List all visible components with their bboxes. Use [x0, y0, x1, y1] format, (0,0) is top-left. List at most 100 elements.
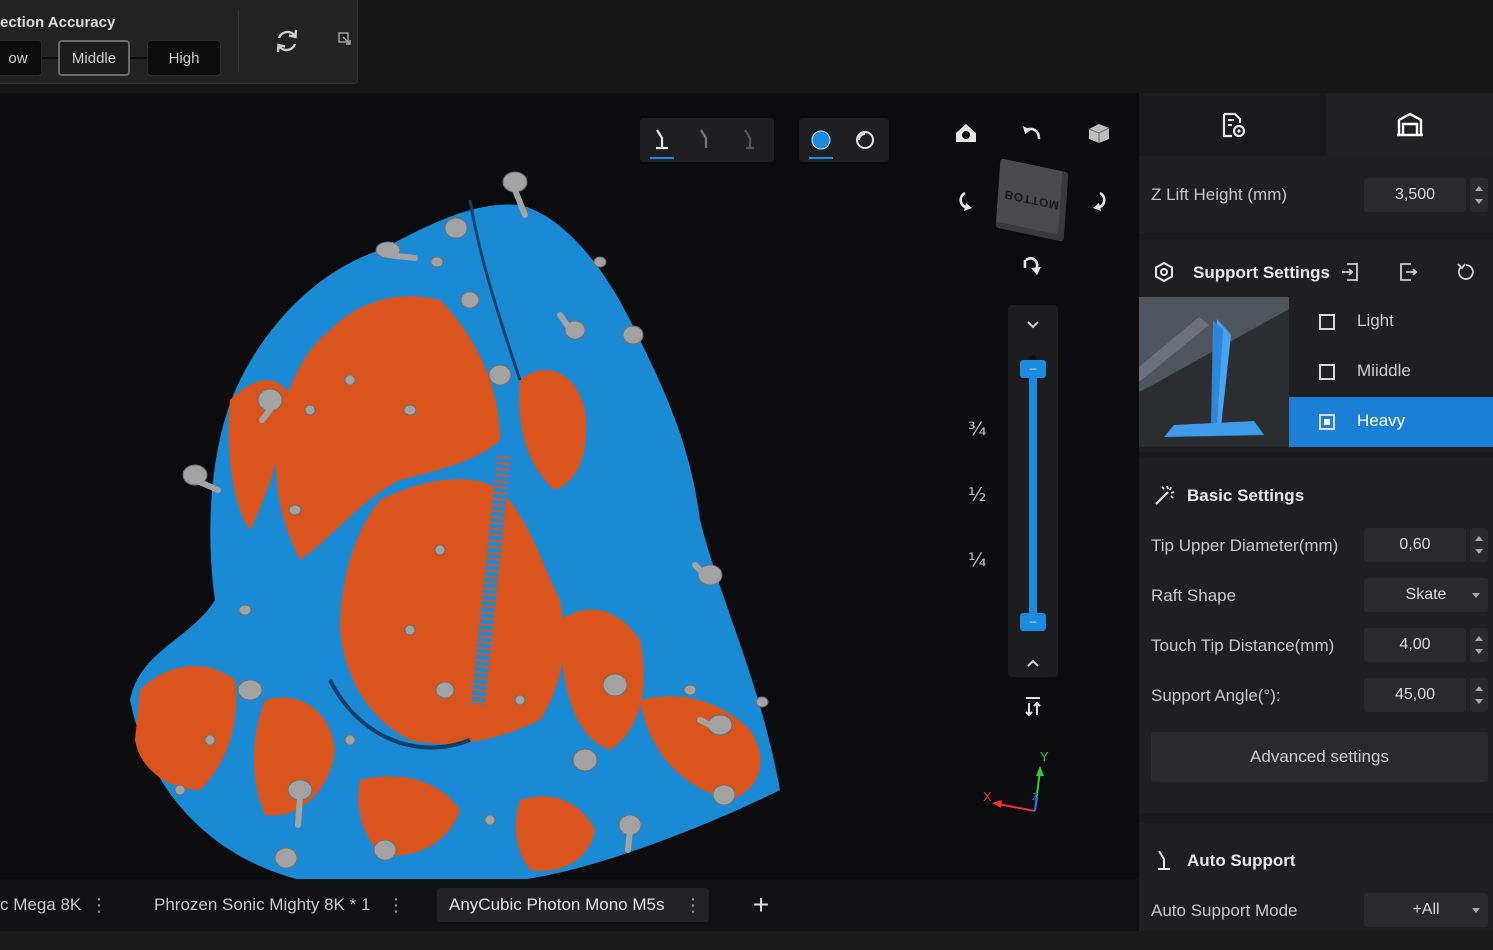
tip-upper-diameter-label: Tip Upper Diameter(mm): [1151, 536, 1339, 555]
tip-upper-diameter-stepper[interactable]: [1470, 528, 1488, 562]
layer-slider-top-handle[interactable]: –: [1020, 360, 1046, 378]
layer-slider-bottom-handle[interactable]: –: [1020, 613, 1046, 631]
rotate-down-icon: [1023, 257, 1041, 275]
auto-support-title: Auto Support: [1187, 851, 1296, 870]
segment-connector: [40, 57, 60, 59]
raft-shape-label: Raft Shape: [1151, 586, 1237, 605]
support-pin-icon: [700, 129, 708, 148]
tip-upper-diameter-input[interactable]: 0,60: [1364, 528, 1488, 562]
auto-support-section: Auto Support Auto Support Mode +All: [1139, 823, 1493, 931]
support-preview-image: [1139, 297, 1289, 447]
undo-rotate-icon: [1023, 126, 1041, 140]
refresh-button[interactable]: [268, 24, 306, 58]
auto-support-mode-select[interactable]: +All: [1364, 893, 1488, 927]
display-mode-group: [799, 118, 889, 162]
preset-light[interactable]: Light: [1289, 297, 1493, 347]
slider-collapse-button[interactable]: [1013, 305, 1053, 345]
top-toolbar: ection Accuracy ow Middle High: [0, 0, 1493, 93]
rotate-down-button[interactable]: [1012, 245, 1052, 285]
sphere-solid-icon: [811, 130, 831, 150]
slider-expand-button[interactable]: [1013, 643, 1053, 683]
detection-accuracy-panel: ection Accuracy ow Middle High: [0, 0, 358, 84]
3d-viewport[interactable]: BOTTOM – – ¾ ½ ¼ X Y Z: [0, 93, 1139, 879]
touch-tip-distance-input[interactable]: 4,00: [1364, 628, 1488, 662]
wireframe-view-button[interactable]: [843, 118, 887, 162]
raft-shape-select[interactable]: Skate: [1364, 578, 1488, 612]
preset-heavy-checkbox[interactable]: [1319, 414, 1335, 430]
slider-mark-half: ½: [968, 484, 987, 506]
collapse-button[interactable]: [338, 32, 354, 48]
preset-heavy[interactable]: Heavy: [1289, 397, 1493, 447]
reset-icon[interactable]: [1455, 261, 1477, 283]
support-settings-section: Support Settings Light Miiddle Heavy: [1139, 240, 1493, 452]
rotate-ccw-icon: [959, 191, 972, 211]
support-tool-1[interactable]: [640, 118, 684, 162]
accuracy-high-button[interactable]: High: [147, 40, 221, 76]
z-lift-section: Z Lift Height (mm) 3,500: [1139, 156, 1493, 233]
rotate-cw-button[interactable]: [1079, 181, 1119, 221]
cube-view-button[interactable]: [1079, 113, 1119, 153]
import-icon[interactable]: [1339, 261, 1361, 283]
divider: [238, 10, 239, 72]
tab-support[interactable]: [1326, 93, 1493, 156]
auto-support-mode-label: Auto Support Mode: [1151, 901, 1298, 920]
advanced-settings-button[interactable]: Advanced settings: [1151, 732, 1488, 782]
printer-tab-mega-8k[interactable]: c Mega 8K: [0, 888, 81, 922]
touch-tip-distance-label: Touch Tip Distance(mm): [1151, 636, 1335, 655]
tip-upper-diameter-value[interactable]: 0,60: [1364, 528, 1466, 562]
preset-middle[interactable]: Miiddle: [1289, 347, 1493, 397]
support-tool-3[interactable]: [728, 118, 772, 162]
support-angle-input[interactable]: 45,00: [1364, 678, 1488, 712]
magic-wand-icon: [1155, 485, 1175, 505]
home-view-button[interactable]: [946, 113, 986, 153]
printer-tab-anycubic[interactable]: AnyCubic Photon Mono M5s: [437, 888, 709, 922]
tab-label: AnyCubic Photon Mono M5s: [449, 895, 665, 914]
raft-shape-value: Skate: [1405, 586, 1447, 603]
swap-slider-button[interactable]: [1013, 686, 1053, 726]
printer-tab-phrozen[interactable]: Phrozen Sonic Mighty 8K * 1: [154, 888, 370, 922]
rotate-left-button[interactable]: [1012, 113, 1052, 153]
basic-settings-title: Basic Settings: [1187, 486, 1305, 505]
support-angle-value[interactable]: 45,00: [1364, 678, 1466, 712]
hexagon-settings-icon: [1155, 261, 1173, 283]
refresh-icon: [276, 29, 298, 53]
more-options-icon[interactable]: ⋮: [90, 888, 108, 922]
preset-middle-label: Miiddle: [1357, 361, 1411, 380]
navigation-cube[interactable]: BOTTOM: [995, 158, 1069, 242]
swap-icon: [1025, 697, 1041, 717]
support-pin-icon: [1158, 850, 1170, 870]
preset-heavy-label: Heavy: [1357, 411, 1406, 430]
axis-x-label: X: [983, 789, 992, 804]
printer-tabs: c Mega 8K ⋮ Phrozen Sonic Mighty 8K * 1 …: [0, 879, 1139, 931]
z-lift-value[interactable]: 3,500: [1364, 178, 1466, 212]
tab-file-settings[interactable]: [1139, 93, 1326, 156]
touch-tip-distance-value[interactable]: 4,00: [1364, 628, 1466, 662]
chevron-up-icon: [1027, 659, 1039, 667]
basic-settings-section: Basic Settings Tip Upper Diameter(mm) 0,…: [1139, 458, 1493, 813]
right-panel: Z Lift Height (mm) 3,500 Support Setting…: [1139, 93, 1493, 931]
support-tool-group: [640, 118, 774, 162]
touch-tip-distance-stepper[interactable]: [1470, 628, 1488, 662]
z-lift-input[interactable]: 3,500: [1364, 178, 1488, 212]
rotate-ccw-button[interactable]: [946, 181, 986, 221]
more-options-icon[interactable]: ⋮: [684, 888, 702, 922]
export-icon[interactable]: [1397, 261, 1419, 283]
z-lift-stepper[interactable]: [1470, 178, 1488, 212]
chevron-down-icon: [1027, 321, 1039, 329]
accuracy-low-button[interactable]: ow: [0, 40, 42, 76]
sphere-outline-icon: [856, 131, 874, 149]
auto-support-mode-value: +All: [1412, 901, 1440, 918]
preset-light-checkbox[interactable]: [1319, 314, 1335, 330]
support-angle-label: Support Angle(°):: [1151, 686, 1281, 705]
preset-middle-checkbox[interactable]: [1319, 364, 1335, 380]
more-options-icon[interactable]: ⋮: [387, 888, 405, 922]
support-angle-stepper[interactable]: [1470, 678, 1488, 712]
home-icon: [956, 124, 976, 142]
support-tool-2[interactable]: [684, 118, 728, 162]
add-printer-button[interactable]: +: [750, 888, 772, 922]
solid-view-button[interactable]: [799, 118, 843, 162]
support-pin-icon: [744, 129, 754, 150]
chevron-down-icon: [1472, 593, 1480, 598]
slider-mark-quarter: ¼: [968, 549, 987, 571]
accuracy-middle-button[interactable]: Middle: [58, 40, 130, 76]
